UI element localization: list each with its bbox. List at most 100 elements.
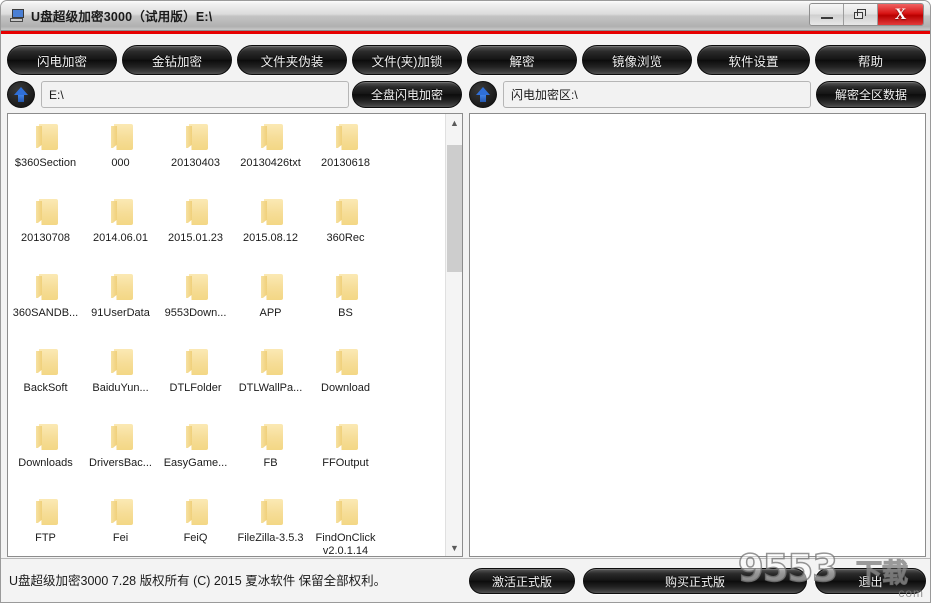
- scroll-up-icon[interactable]: ▲: [446, 114, 462, 131]
- close-icon: X: [894, 5, 907, 23]
- file-item[interactable]: 2014.06.01: [83, 193, 158, 268]
- main-toolbar: 闪电加密 金钻加密 文件夹伪装 文件(夹)加锁 解密 镜像浏览 软件设置 帮助: [1, 45, 930, 77]
- folder-icon: [259, 499, 283, 525]
- title-bar: U盘超级加密3000（试用版）E:\ X: [1, 1, 930, 31]
- file-item[interactable]: 2015.08.12: [233, 193, 308, 268]
- scrollbar-thumb[interactable]: [447, 145, 462, 272]
- folder-icon: [34, 424, 58, 450]
- folder-icon: [184, 274, 208, 300]
- close-button[interactable]: X: [878, 4, 923, 25]
- file-item-label: 2015.01.23: [167, 232, 224, 244]
- file-item[interactable]: 360SANDB...: [8, 268, 83, 343]
- file-folder-lock-button[interactable]: 文件(夹)加锁: [352, 45, 462, 75]
- right-file-browser[interactable]: [469, 113, 926, 557]
- folder-icon: [109, 199, 133, 225]
- file-item-label: 2014.06.01: [92, 232, 149, 244]
- file-item[interactable]: BackSoft: [8, 343, 83, 418]
- folder-icon: [184, 124, 208, 150]
- left-path-input[interactable]: E:\: [41, 81, 349, 108]
- file-item-label: Fei: [112, 532, 129, 544]
- file-item[interactable]: 20130426txt: [233, 118, 308, 193]
- file-item[interactable]: FFOutput: [308, 418, 383, 493]
- flash-encrypt-button[interactable]: 闪电加密: [7, 45, 117, 75]
- file-item-label: BackSoft: [23, 382, 68, 394]
- file-item[interactable]: 91UserData: [83, 268, 158, 343]
- folder-icon: [334, 124, 358, 150]
- activate-button[interactable]: 激活正式版: [469, 568, 575, 594]
- left-path-value: E:\: [49, 87, 64, 102]
- right-path-input[interactable]: 闪电加密区:\: [503, 81, 811, 108]
- file-item[interactable]: FileZilla-3.5.3: [233, 493, 308, 556]
- file-item-label: Download: [321, 382, 370, 394]
- folder-disguise-button[interactable]: 文件夹伪装: [237, 45, 347, 75]
- folder-icon: [109, 124, 133, 150]
- folder-icon: [334, 274, 358, 300]
- accent-divider: [1, 31, 930, 34]
- copyright-text: U盘超级加密3000 7.28 版权所有 (C) 2015 夏冰软件 保留全部权…: [9, 574, 387, 588]
- file-item-label: APP: [259, 307, 282, 319]
- file-item[interactable]: Download: [308, 343, 383, 418]
- file-item[interactable]: 2015.01.23: [158, 193, 233, 268]
- file-item-label: 360Rec: [326, 232, 365, 244]
- file-item-label: Downloads: [18, 457, 73, 469]
- file-item[interactable]: 9553Down...: [158, 268, 233, 343]
- file-item[interactable]: DTLFolder: [158, 343, 233, 418]
- file-item[interactable]: DTLWallPa...: [233, 343, 308, 418]
- file-item[interactable]: 20130403: [158, 118, 233, 193]
- file-item[interactable]: 360Rec: [308, 193, 383, 268]
- folder-icon: [259, 274, 283, 300]
- file-item[interactable]: FTP: [8, 493, 83, 556]
- up-arrow-icon: [475, 87, 491, 102]
- folder-icon: [34, 499, 58, 525]
- file-item[interactable]: FeiQ: [158, 493, 233, 556]
- file-item[interactable]: EasyGame...: [158, 418, 233, 493]
- window-controls: X: [809, 3, 924, 26]
- file-item[interactable]: BS: [308, 268, 383, 343]
- minimize-button[interactable]: [810, 4, 844, 25]
- file-item-label: FileZilla-3.5.3: [237, 532, 304, 544]
- purchase-button[interactable]: 购买正式版: [583, 568, 807, 594]
- decrypt-all-data-button[interactable]: 解密全区数据: [816, 81, 926, 108]
- diamond-encrypt-button[interactable]: 金钻加密: [122, 45, 232, 75]
- file-item-label: DTLWallPa...: [238, 382, 303, 394]
- restore-button[interactable]: [844, 4, 878, 25]
- computer-icon: [9, 8, 25, 24]
- window-title: U盘超级加密3000（试用版）E:\: [31, 10, 213, 24]
- file-item-label: FFOutput: [322, 457, 369, 469]
- folder-icon: [259, 424, 283, 450]
- file-item[interactable]: APP: [233, 268, 308, 343]
- scroll-down-icon[interactable]: ▼: [446, 539, 462, 556]
- folder-icon: [109, 424, 133, 450]
- folder-icon: [184, 424, 208, 450]
- right-path-value: 闪电加密区:\: [511, 88, 578, 102]
- file-item[interactable]: BaiduYun...: [83, 343, 158, 418]
- file-item[interactable]: $360Section: [8, 118, 83, 193]
- file-item[interactable]: FindOnClick v2.0.1.14: [308, 493, 383, 556]
- folder-icon: [334, 424, 358, 450]
- exit-button[interactable]: 退出: [815, 568, 926, 594]
- file-item[interactable]: FB: [233, 418, 308, 493]
- left-vertical-scrollbar[interactable]: ▲ ▼: [445, 114, 462, 556]
- file-item-label: BaiduYun...: [92, 382, 149, 394]
- left-up-button[interactable]: [7, 81, 35, 108]
- file-item[interactable]: 20130618: [308, 118, 383, 193]
- encrypt-whole-disk-button[interactable]: 全盘闪电加密: [352, 81, 462, 108]
- mirror-browse-button[interactable]: 镜像浏览: [582, 45, 692, 75]
- folder-icon: [334, 349, 358, 375]
- file-item[interactable]: Downloads: [8, 418, 83, 493]
- help-button[interactable]: 帮助: [815, 45, 926, 75]
- left-file-browser[interactable]: $360Section 000 20130403 20130426txt 2013061…: [7, 113, 463, 557]
- file-item-label: 000: [111, 157, 130, 169]
- file-item[interactable]: 20130708: [8, 193, 83, 268]
- file-item-label: FindOnClick v2.0.1.14: [315, 532, 376, 556]
- file-item[interactable]: Fei: [83, 493, 158, 556]
- right-up-button[interactable]: [469, 81, 497, 108]
- file-item[interactable]: DriversBac...: [83, 418, 158, 493]
- file-item-label: BS: [338, 307, 353, 319]
- path-bar-row: E:\ 全盘闪电加密 闪电加密区:\ 解密全区数据: [1, 81, 930, 109]
- file-item[interactable]: 000: [83, 118, 158, 193]
- decrypt-button[interactable]: 解密: [467, 45, 577, 75]
- settings-button[interactable]: 软件设置: [697, 45, 810, 75]
- folder-icon: [109, 499, 133, 525]
- folder-icon: [334, 499, 358, 525]
